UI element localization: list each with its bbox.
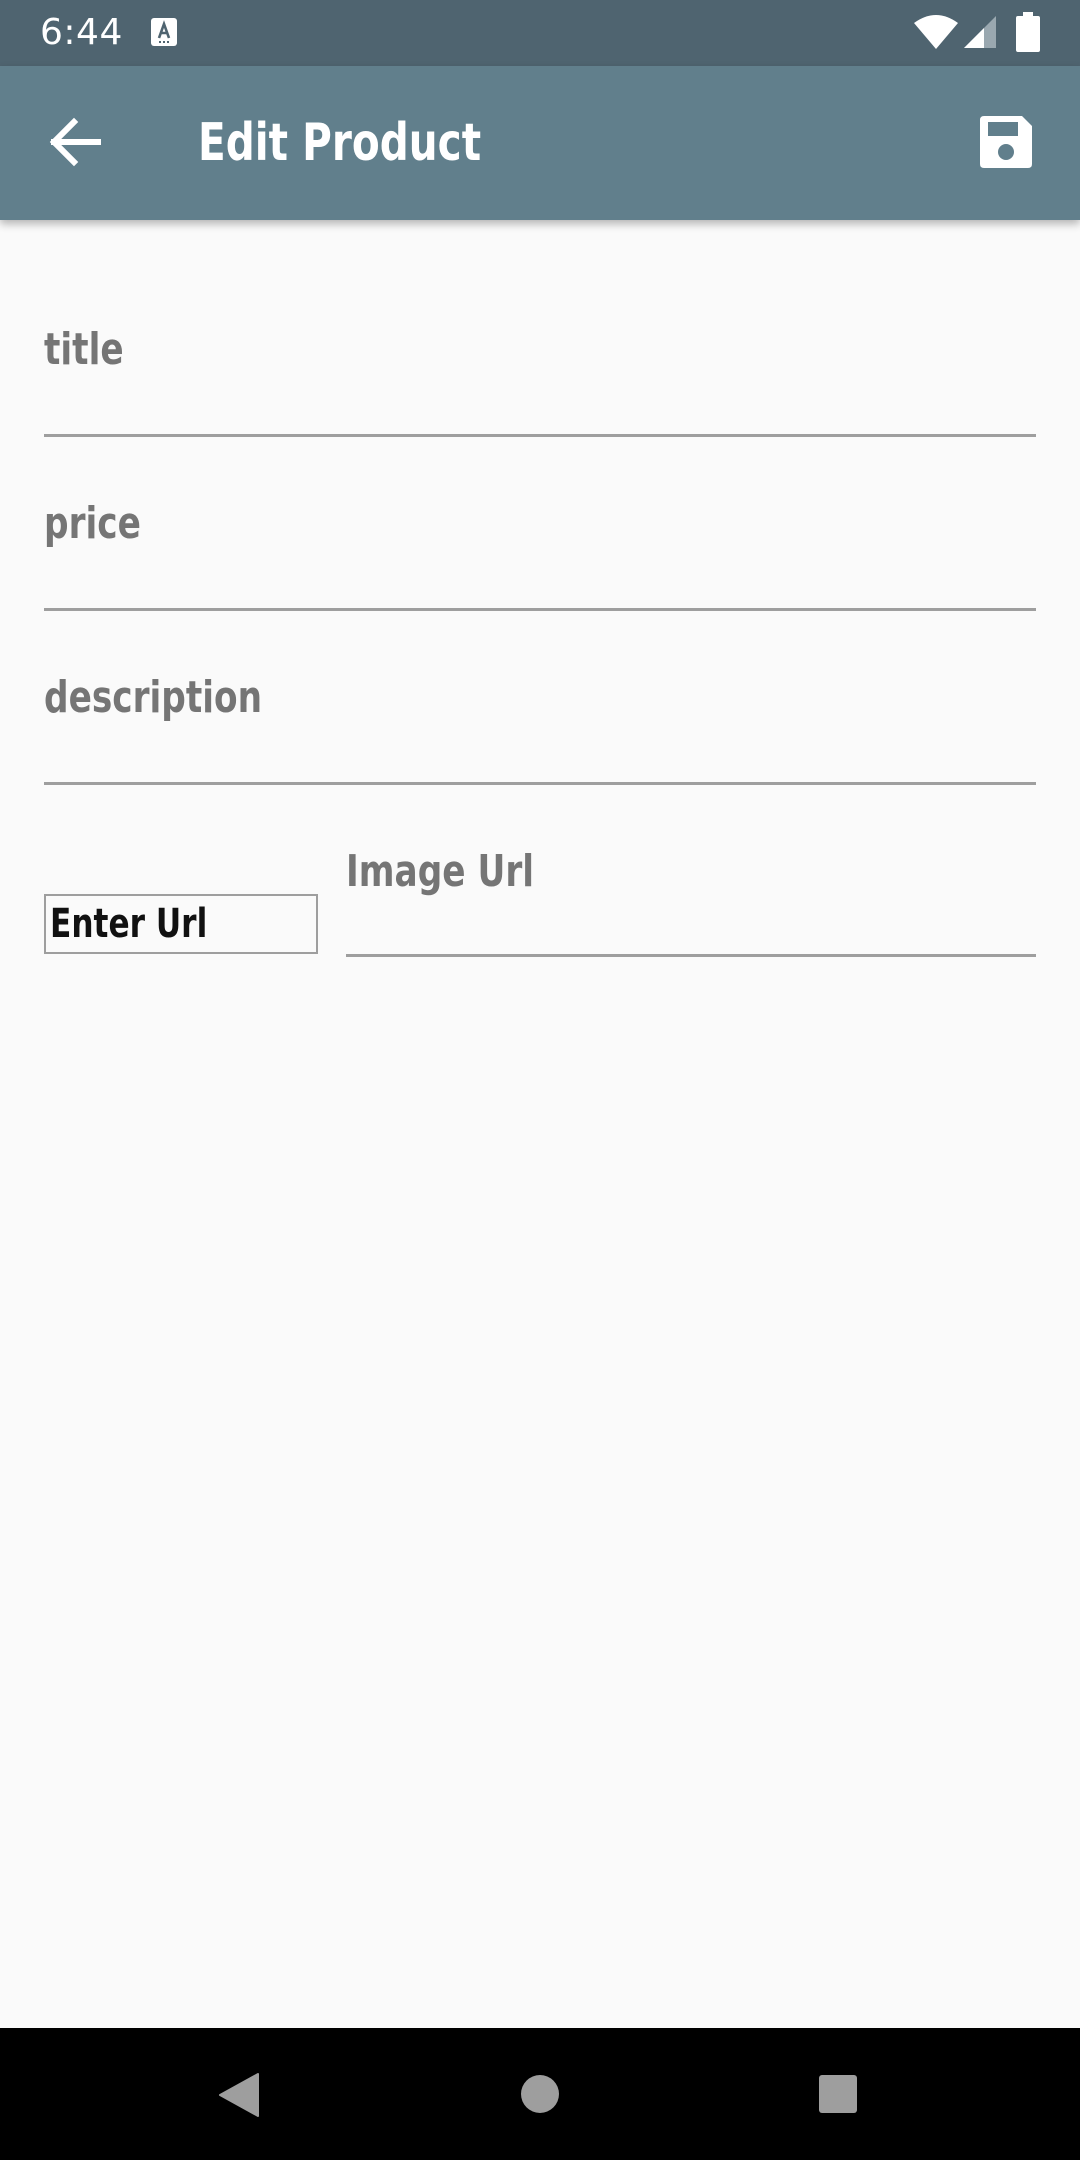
title-field[interactable]: title: [44, 300, 1036, 440]
notification-a-icon: [151, 18, 177, 46]
price-field-underline: [44, 608, 1036, 611]
wifi-icon: [914, 15, 958, 49]
image-url-field-underline: [346, 954, 1036, 957]
cellular-signal-icon: [964, 16, 996, 48]
nav-back-icon[interactable]: [218, 2072, 260, 2118]
image-url-field[interactable]: Image Url: [346, 822, 1036, 962]
battery-icon: [1016, 12, 1040, 52]
description-field-placeholder: description: [44, 672, 263, 723]
nav-home-icon[interactable]: [520, 2074, 560, 2114]
title-field-underline: [44, 434, 1036, 437]
app-bar: Edit Product: [0, 66, 1080, 220]
arrow-back-icon[interactable]: [40, 106, 112, 178]
image-url-field-placeholder: Image Url: [346, 846, 535, 897]
description-field[interactable]: description: [44, 648, 1036, 788]
price-field[interactable]: price: [44, 474, 1036, 614]
price-field-placeholder: price: [44, 498, 141, 549]
status-bar: 6:44: [0, 0, 1080, 66]
image-preview-box: Enter Url: [44, 894, 318, 954]
page-title: Edit Product: [198, 113, 482, 173]
image-preview-text: Enter Url: [50, 901, 208, 947]
status-time: 6:44: [40, 12, 123, 53]
description-field-underline: [44, 782, 1036, 785]
save-floppy-icon[interactable]: [976, 112, 1036, 172]
nav-recents-icon[interactable]: [818, 2074, 858, 2114]
title-field-placeholder: title: [44, 324, 124, 375]
navigation-bar: [0, 2028, 1080, 2160]
